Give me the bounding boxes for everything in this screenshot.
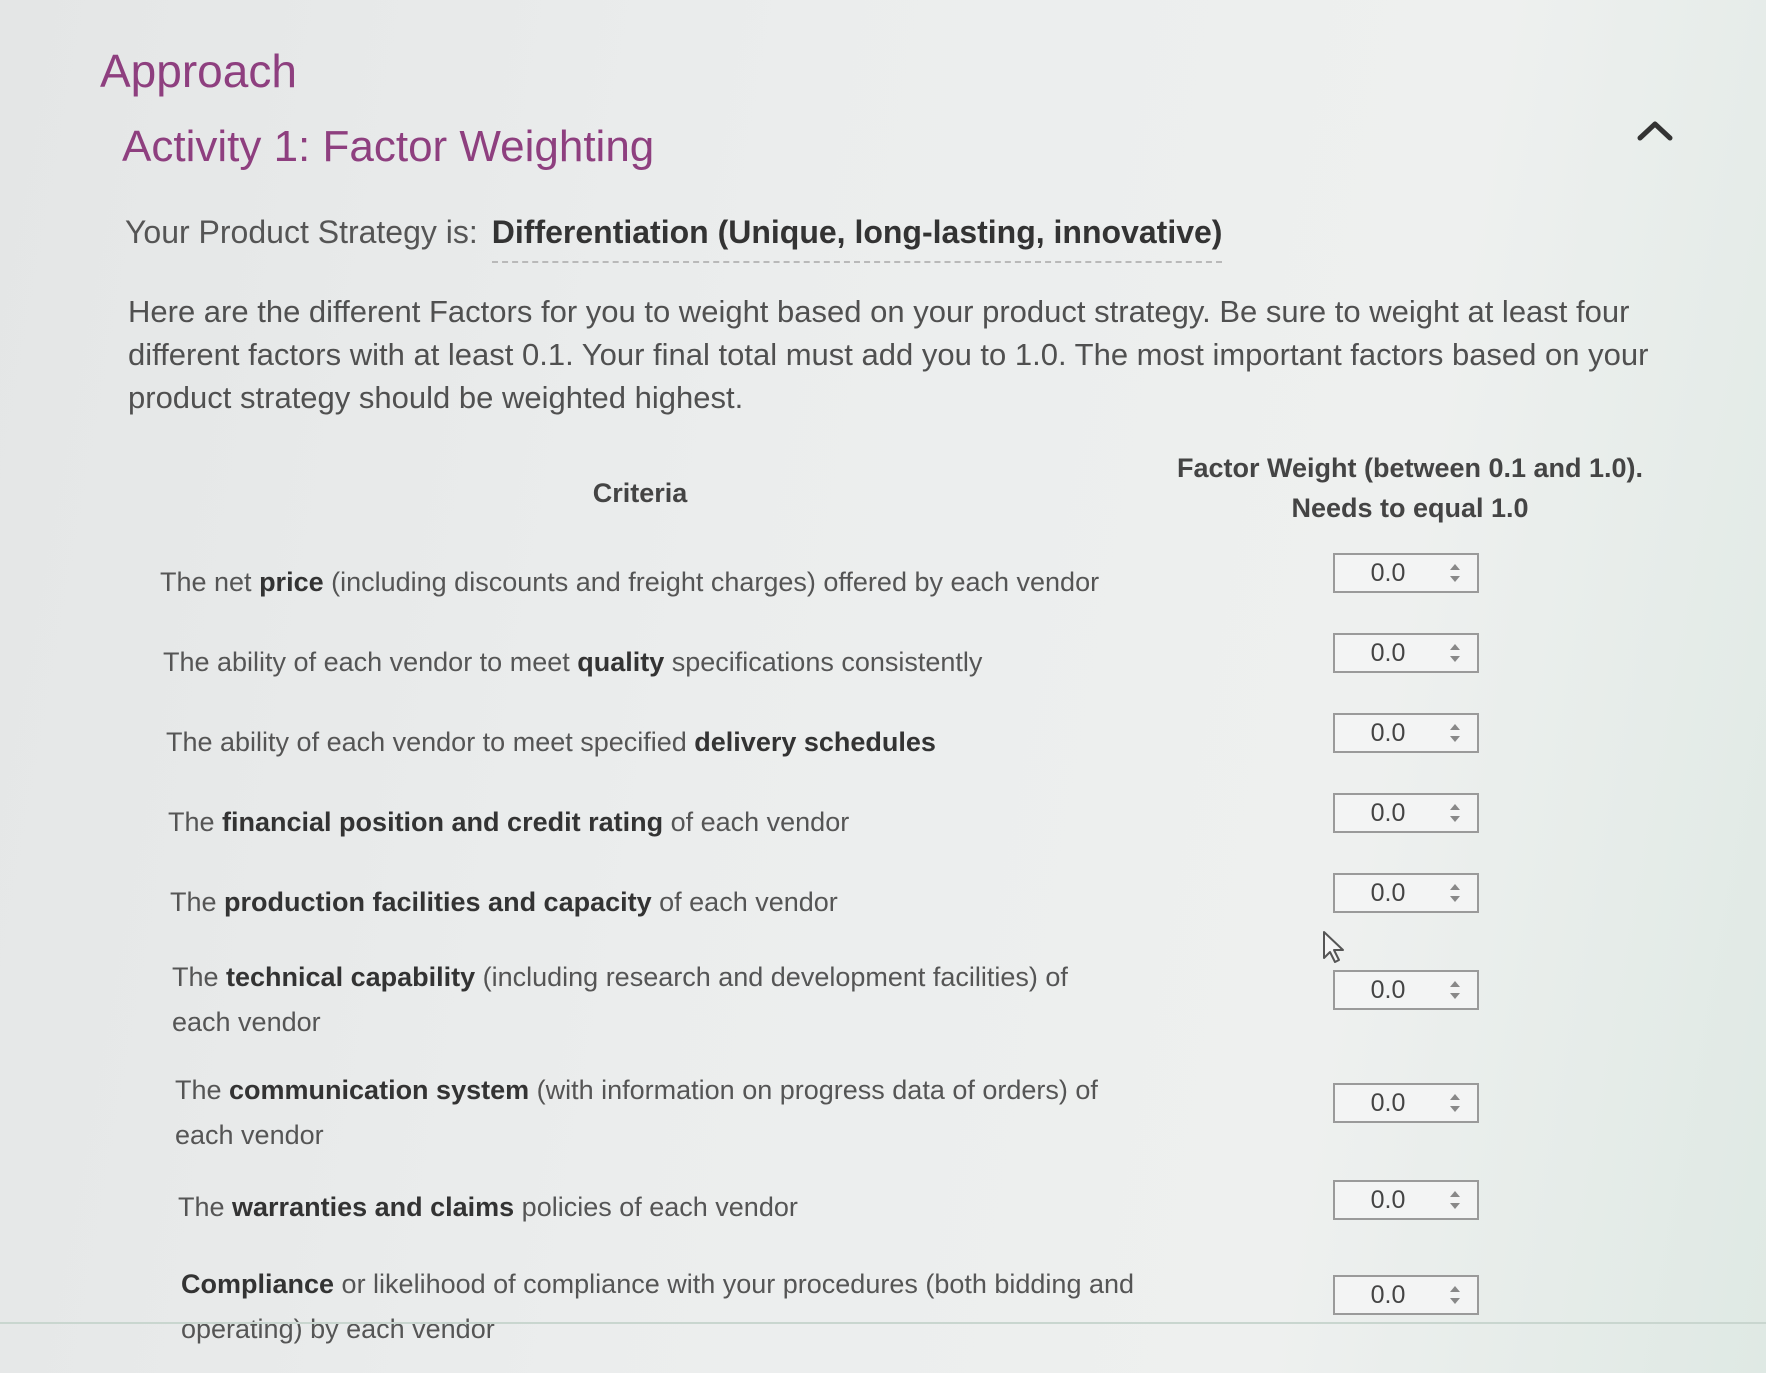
criterion-label: The ability of each vendor to meet quali… (163, 640, 1123, 685)
criterion-text: The (175, 1075, 230, 1105)
criterion-text: of each vendor (651, 887, 838, 917)
weight-value[interactable]: 0.0 (1335, 719, 1441, 748)
spinner-arrows-icon[interactable] (1441, 718, 1469, 748)
criterion-text: The (172, 962, 227, 992)
spinner-arrows-icon[interactable] (1441, 1280, 1469, 1310)
weight-value[interactable]: 0.0 (1335, 1186, 1441, 1215)
criterion-text: policies of each vendor (514, 1192, 798, 1222)
criterion-label: Compliance or likelihood of compliance w… (181, 1262, 1141, 1352)
criterion-keyword: price (259, 567, 324, 597)
criterion-text: The (168, 807, 223, 837)
criterion-keyword: technical capability (226, 962, 476, 992)
chevron-up-icon[interactable] (1632, 112, 1678, 148)
criterion-label: The net price (including discounts and f… (160, 560, 1120, 605)
criterion-text: The net (160, 567, 260, 597)
criterion-label: The production facilities and capacity o… (170, 880, 1130, 925)
criterion-label: The ability of each vendor to meet speci… (166, 720, 1126, 765)
product-strategy: Your Product Strategy is: Differentiatio… (125, 214, 1223, 263)
factor-weight-input[interactable]: 0.0 (1333, 713, 1479, 753)
factor-weight-input[interactable]: 0.0 (1333, 793, 1479, 833)
criterion-keyword: delivery schedules (694, 727, 936, 757)
section-title: Approach (100, 45, 297, 97)
criterion-text: (including discounts and freight charges… (323, 567, 1100, 597)
factor-weight-input[interactable]: 0.0 (1333, 1275, 1479, 1315)
page: Approach Activity 1: Factor Weighting Yo… (0, 0, 1766, 1373)
mouse-pointer-icon (1322, 930, 1348, 964)
spinner-arrows-icon[interactable] (1441, 1185, 1469, 1215)
divider (0, 1322, 1766, 1324)
criterion-keyword: warranties and claims (232, 1192, 515, 1222)
weight-value[interactable]: 0.0 (1335, 976, 1441, 1005)
criterion-text: specifications consistently (664, 647, 983, 677)
weight-column-header: Factor Weight (between 0.1 and 1.0). Nee… (1176, 453, 1644, 523)
factor-weight-input[interactable]: 0.0 (1333, 553, 1479, 593)
criterion-label: The warranties and claims policies of ea… (178, 1185, 1138, 1230)
factor-weight-input[interactable]: 0.0 (1333, 1083, 1479, 1123)
strategy-label: Your Product Strategy is: (125, 214, 478, 250)
criterion-label: The communication system (with informati… (175, 1068, 1135, 1158)
spinner-arrows-icon[interactable] (1441, 798, 1469, 828)
weight-value[interactable]: 0.0 (1335, 639, 1441, 668)
factor-weight-input[interactable]: 0.0 (1333, 1180, 1479, 1220)
spinner-arrows-icon[interactable] (1441, 558, 1469, 588)
criterion-text: The ability of each vendor to meet (163, 647, 578, 677)
criterion-keyword: Compliance (181, 1269, 335, 1299)
criterion-text: The (178, 1192, 233, 1222)
weight-value[interactable]: 0.0 (1335, 559, 1441, 588)
criterion-keyword: communication system (229, 1075, 530, 1105)
criterion-text: of each vendor (663, 807, 850, 837)
criteria-column-header: Criteria (592, 478, 688, 508)
weight-value[interactable]: 0.0 (1335, 799, 1441, 828)
criterion-keyword: financial position and credit rating (222, 807, 664, 837)
criterion-keyword: quality (577, 647, 665, 677)
factor-weight-input[interactable]: 0.0 (1333, 970, 1479, 1010)
weight-value[interactable]: 0.0 (1335, 879, 1441, 908)
activity-title: Activity 1: Factor Weighting (122, 122, 655, 171)
weight-value[interactable]: 0.0 (1335, 1089, 1441, 1118)
spinner-arrows-icon[interactable] (1441, 1088, 1469, 1118)
instructions: Here are the different Factors for you t… (128, 294, 1649, 415)
weight-value[interactable]: 0.0 (1335, 1281, 1441, 1310)
spinner-arrows-icon[interactable] (1441, 975, 1469, 1005)
criterion-keyword: production facilities and capacity (224, 887, 652, 917)
strategy-value: Differentiation (Unique, long-lasting, i… (491, 214, 1223, 263)
factor-weight-input[interactable]: 0.0 (1333, 873, 1479, 913)
criterion-label: The financial position and credit rating… (168, 800, 1128, 845)
factor-weight-input[interactable]: 0.0 (1333, 633, 1479, 673)
criterion-text: The ability of each vendor to meet speci… (166, 727, 695, 757)
criterion-text: The (170, 887, 225, 917)
spinner-arrows-icon[interactable] (1441, 638, 1469, 668)
criterion-label: The technical capability (including rese… (172, 955, 1132, 1045)
spinner-arrows-icon[interactable] (1441, 878, 1469, 908)
